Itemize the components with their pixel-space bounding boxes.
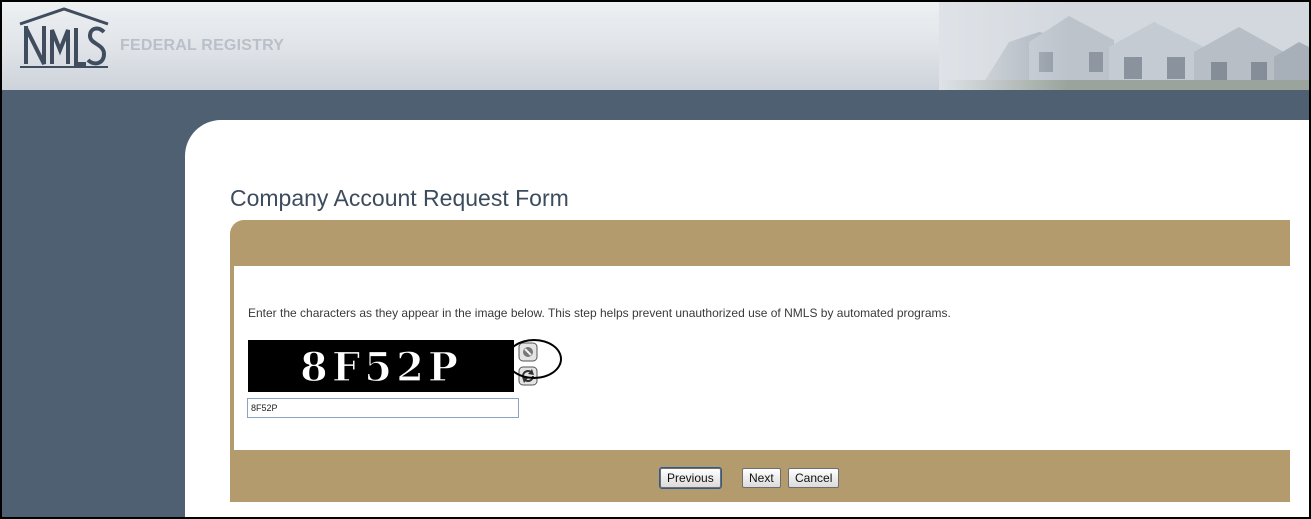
audio-icon[interactable] — [518, 342, 538, 362]
refresh-icon[interactable] — [518, 366, 538, 386]
brand-title: FEDERAL REGISTRY — [120, 37, 285, 54]
captcha-image-text: 8F52P — [300, 344, 462, 391]
nmls-logo-icon[interactable] — [14, 6, 114, 68]
previous-button[interactable]: Previous — [659, 467, 722, 489]
form-panel: Enter the characters as they appear in t… — [230, 220, 1290, 502]
captcha-section: Enter the characters as they appear in t… — [234, 266, 1290, 450]
captcha-input[interactable] — [247, 398, 519, 418]
next-button[interactable]: Next — [742, 468, 781, 488]
cancel-button[interactable]: Cancel — [788, 468, 840, 488]
houses-banner-icon — [939, 2, 1309, 90]
content-area: Company Account Request Form Enter the c… — [185, 120, 1309, 517]
page-title: Company Account Request Form — [230, 185, 569, 212]
captcha-image: 8F52P — [248, 340, 514, 392]
site-header: FEDERAL REGISTRY — [2, 2, 1309, 90]
browser-frame: FEDERAL REGISTRY Company Account Request… — [0, 0, 1311, 519]
captcha-instructions: Enter the characters as they appear in t… — [248, 306, 951, 320]
